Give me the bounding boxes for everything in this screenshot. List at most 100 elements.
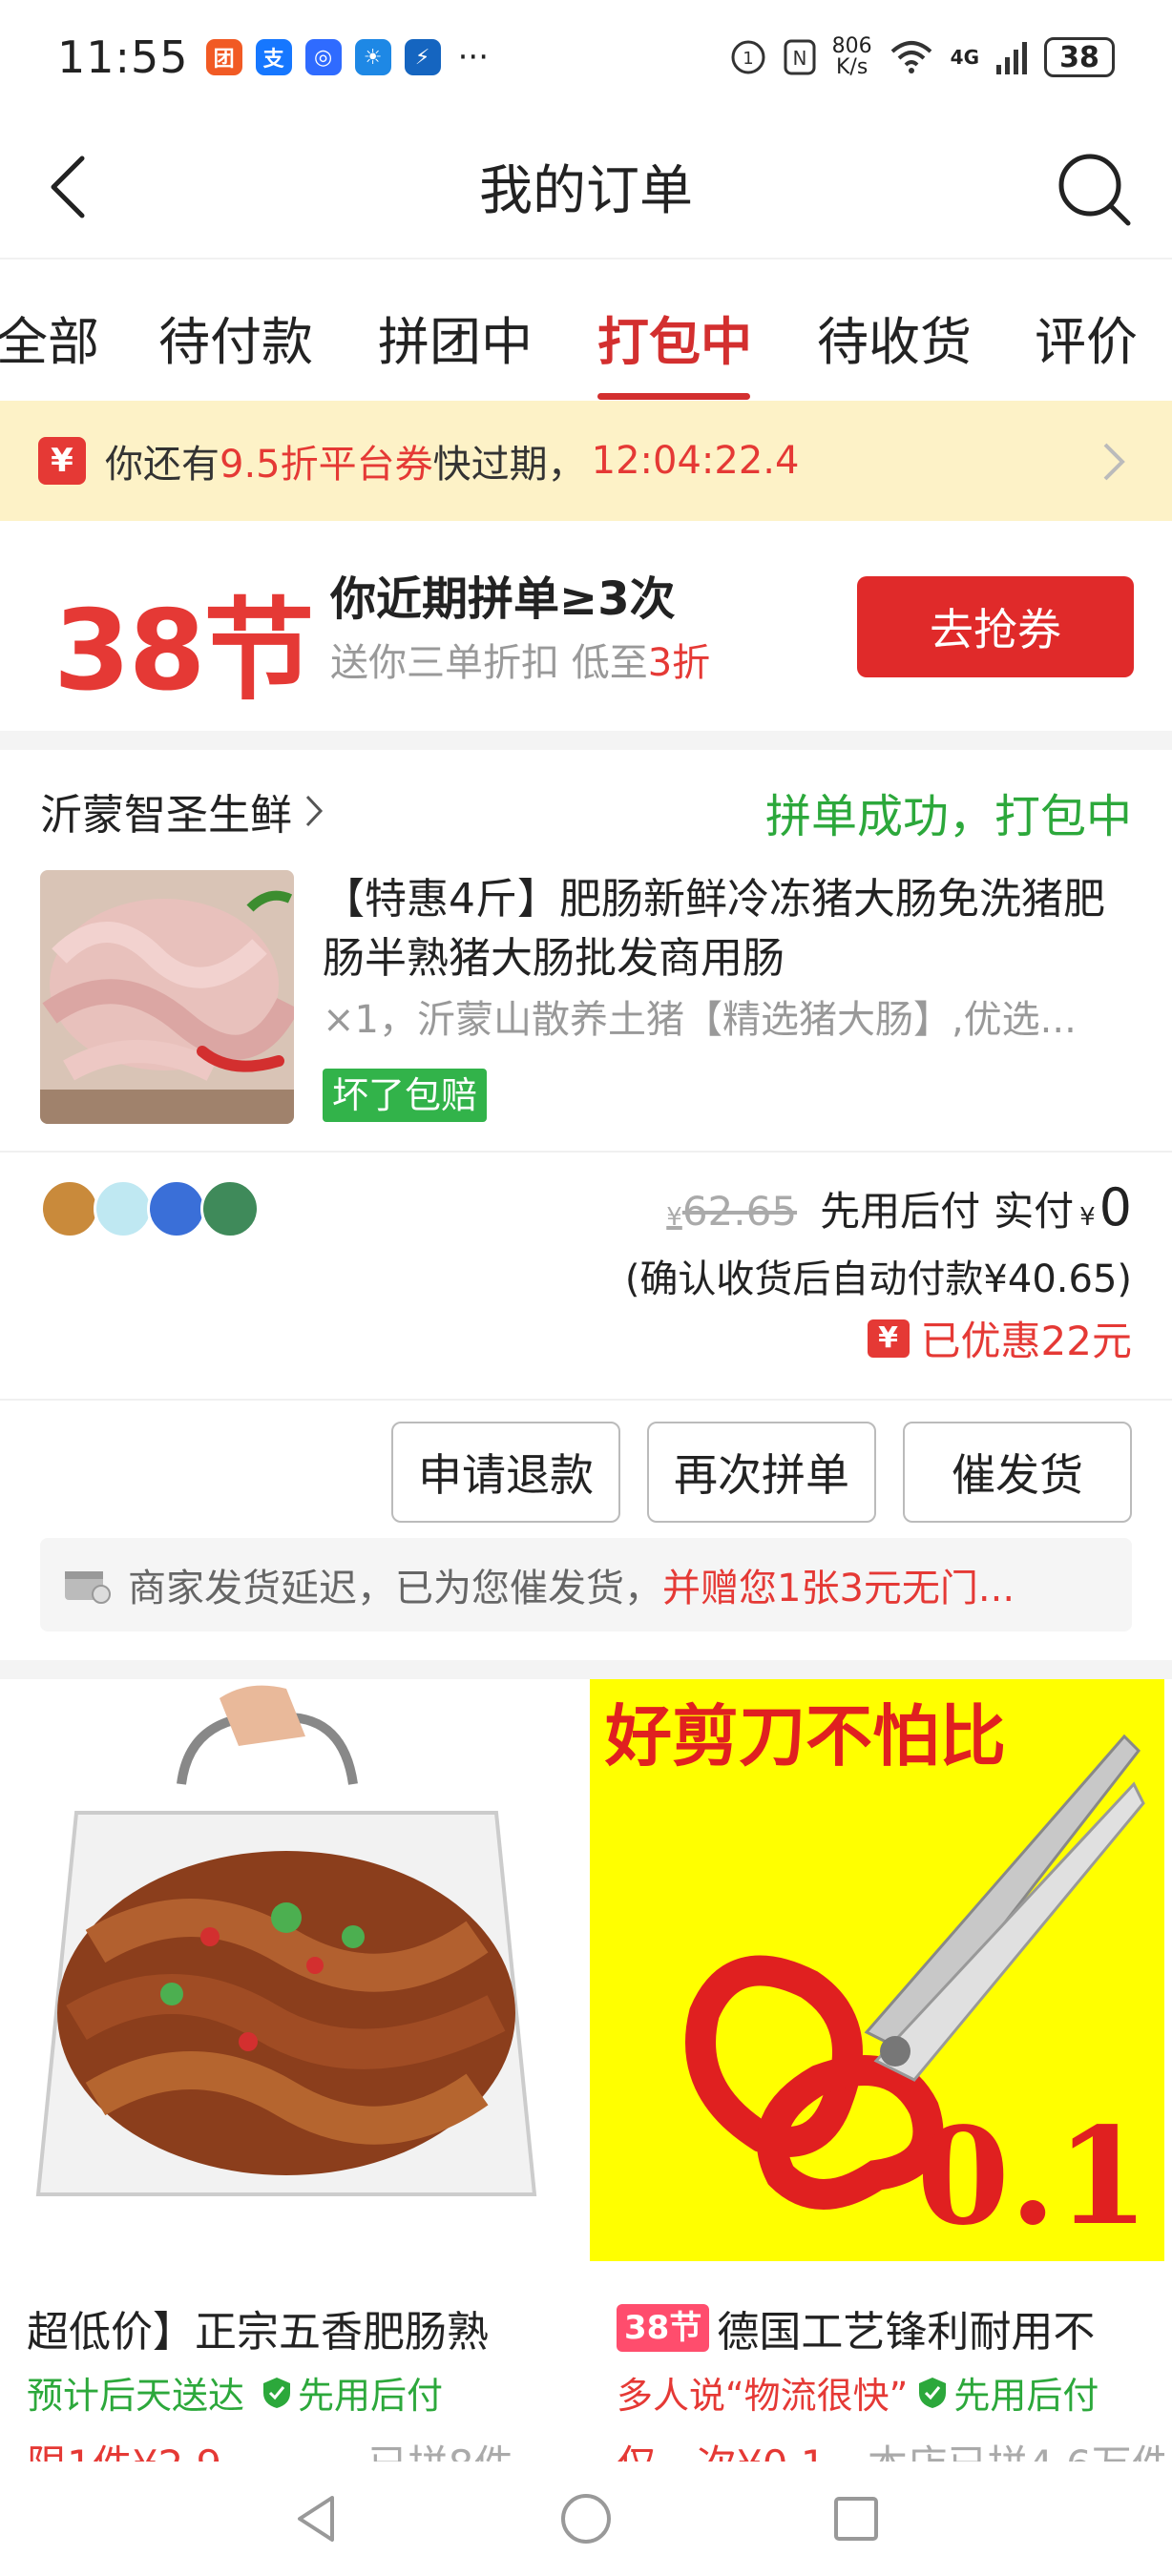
notice-highlight: 并赠您1张3元无门...: [662, 1567, 1015, 1610]
divider: [0, 1151, 1172, 1153]
image-price: 0.1: [916, 2099, 1149, 2255]
coupon-suffix: 快过期，: [432, 443, 586, 487]
shipping-delay-notice[interactable]: 商家发货延迟，已为您催发货， 并赠您1张3元无门...: [40, 1538, 1132, 1631]
actual-label: 实付: [994, 1188, 1075, 1235]
recommend-card[interactable]: 好剪刀不怕比 0.1 38节 德国工艺锋利耐用不 多人说“物流很快” 先用后付 …: [590, 1679, 1164, 2481]
nav-back-icon[interactable]: [292, 2492, 340, 2545]
original-price-value: 62.65: [681, 1188, 798, 1235]
product-spec: ×1，沂蒙山散养土猪【精选猪大肠】,优选...: [323, 998, 1077, 1042]
status-app-icons: 团 支 ◎ ☀ ⚡: [205, 39, 441, 75]
page-header: 我的订单: [0, 114, 1172, 258]
notice-text: 商家发货延迟，已为您催发货，: [128, 1567, 662, 1610]
battery-indicator: 38: [1044, 37, 1115, 77]
chevron-right-icon: [305, 795, 324, 827]
svg-text:1: 1: [743, 49, 753, 69]
page-title: 我的订单: [479, 159, 693, 222]
divider: [0, 1399, 1172, 1401]
nav-recents-icon[interactable]: [832, 2495, 880, 2543]
weather-app-icon: ☀: [354, 39, 391, 75]
order-status: 拼单成功，打包中: [764, 790, 1132, 843]
coupon-icon: ¥: [38, 437, 86, 485]
order-card: 沂蒙智圣生鲜 拼单成功，打包中 【特惠4斤】肥肠新鲜冷冻猪大肠免洗猪肥肠半熟猪大…: [0, 750, 1172, 1651]
group-member-avatars[interactable]: [40, 1179, 260, 1238]
status-bar: 11:55 团 支 ◎ ☀ ⚡ ··· 1 N 806 K/s 4G 38: [0, 0, 1172, 114]
promo-sub-prefix: 送你三单折扣 低至: [330, 641, 648, 685]
promo-title: 你近期拼单≥3次: [330, 572, 676, 626]
tab-all[interactable]: 全部: [0, 300, 99, 375]
currency-symbol: ¥: [666, 1203, 682, 1232]
back-arrow-icon[interactable]: [42, 149, 99, 225]
recommendation-grid: 超低价】正宗五香肥肠熟 预计后天送达 先用后付 限1件¥2.9 已拼8件 好剪刀…: [0, 1679, 1172, 2481]
order-actions: 申请退款 再次拼单 催发货: [391, 1422, 1132, 1523]
recommend-title: 超低价】正宗五香肥肠熟: [27, 2308, 489, 2357]
wallet-icon: [65, 1571, 111, 1604]
promo-subtitle: 送你三单折扣 低至3折: [330, 632, 710, 687]
pay-later-label: 先用后付: [298, 2375, 444, 2417]
pay-method: 先用后付: [820, 1188, 981, 1235]
avatar: [147, 1179, 206, 1238]
hd-call-icon: 1: [731, 40, 765, 74]
product-image[interactable]: [40, 870, 294, 1124]
wifi-icon: [890, 41, 931, 73]
tab-to-receive[interactable]: 待收货: [817, 300, 972, 375]
more-notifications-icon: ···: [457, 38, 490, 76]
promo-sub-highlight: 3折: [647, 641, 711, 685]
discount-info: ¥ 已优惠22元: [867, 1309, 1132, 1367]
section-divider: [0, 731, 1172, 750]
product-image: [0, 1679, 575, 2261]
shop-link[interactable]: 沂蒙智圣生鲜: [40, 780, 324, 841]
nfc-icon: N: [784, 39, 816, 75]
assistant-app-icon: ◎: [304, 39, 342, 75]
pay-later-label: 先用后付: [953, 2375, 1099, 2417]
avatar: [94, 1179, 153, 1238]
product-image: 好剪刀不怕比 0.1: [590, 1679, 1164, 2261]
nav-home-icon[interactable]: [559, 2492, 613, 2545]
urge-shipping-button[interactable]: 催发货: [903, 1422, 1132, 1523]
alipay-app-icon: 支: [255, 39, 292, 75]
tab-review[interactable]: 评价: [1035, 300, 1138, 375]
currency-symbol: ¥: [1079, 1203, 1096, 1232]
review-highlight: 多人说“物流很快”: [617, 2375, 909, 2417]
image-headline: 好剪刀不怕比: [605, 1696, 1006, 1776]
coupon-expiry-banner[interactable]: ¥ 你还有9.5折平台券快过期， 12:04:22.4: [0, 401, 1172, 521]
flash-app-icon: ⚡: [404, 39, 441, 75]
promo-festival-label: 38节: [53, 587, 314, 716]
status-time: 11:55: [57, 31, 189, 83]
recommend-title-row: 38节 德国工艺锋利耐用不: [617, 2297, 1151, 2358]
price-line: ¥62.65 先用后付 实付 ¥ 0: [666, 1177, 1132, 1237]
price-note: (确认收货后自动付款¥40.65): [624, 1257, 1132, 1301]
shop-name: 沂蒙智圣生鲜: [40, 791, 292, 840]
actual-price: 0: [1099, 1177, 1132, 1237]
tab-pending-payment[interactable]: 待付款: [158, 300, 313, 375]
recommend-meta: 多人说“物流很快” 先用后付: [617, 2366, 1099, 2419]
shield-check-icon: [263, 2377, 291, 2408]
reorder-button[interactable]: 再次拼单: [647, 1422, 876, 1523]
shield-check-icon: [919, 2377, 947, 2408]
festival-tag: 38节: [617, 2304, 710, 2352]
coupon-countdown: 12:04:22.4: [591, 439, 800, 483]
chevron-right-icon: [1103, 443, 1125, 481]
request-refund-button[interactable]: 申请退款: [391, 1422, 620, 1523]
recommend-title: 德国工艺锋利耐用不: [717, 2308, 1096, 2357]
recommend-meta: 预计后天送达 先用后付: [27, 2366, 443, 2419]
net-speed-value: 806: [831, 34, 872, 58]
discount-icon: ¥: [867, 1319, 910, 1358]
status-right: 1 N 806 K/s 4G 38: [729, 36, 1115, 78]
order-tabs: 全部 待付款 拼团中 打包中 待收货 评价: [0, 258, 1172, 401]
net-speed: 806 K/s: [832, 36, 872, 78]
search-icon[interactable]: [1054, 149, 1134, 229]
coupon-text: 你还有9.5折平台券快过期，: [105, 433, 586, 488]
system-navigation-bar: [0, 2462, 1172, 2576]
product-title[interactable]: 【特惠4斤】肥肠新鲜冷冻猪大肠免洗猪肥肠半熟猪大肠批发商用肠: [323, 870, 1134, 988]
meituan-app-icon: 团: [205, 39, 242, 75]
signal-type: 4G: [950, 46, 979, 69]
discount-text: 已优惠22元: [920, 1318, 1132, 1364]
tab-group-buying[interactable]: 拼团中: [378, 300, 533, 375]
grab-coupon-button[interactable]: 去抢券: [857, 576, 1134, 677]
svg-text:N: N: [792, 47, 806, 70]
recommend-card[interactable]: 超低价】正宗五香肥肠熟 预计后天送达 先用后付 限1件¥2.9 已拼8件: [0, 1679, 575, 2481]
coupon-highlight: 9.5折平台券: [220, 443, 433, 487]
delivery-estimate: 预计后天送达: [27, 2375, 245, 2417]
original-price: ¥62.65: [666, 1188, 797, 1235]
tab-packing[interactable]: 打包中: [597, 300, 752, 375]
